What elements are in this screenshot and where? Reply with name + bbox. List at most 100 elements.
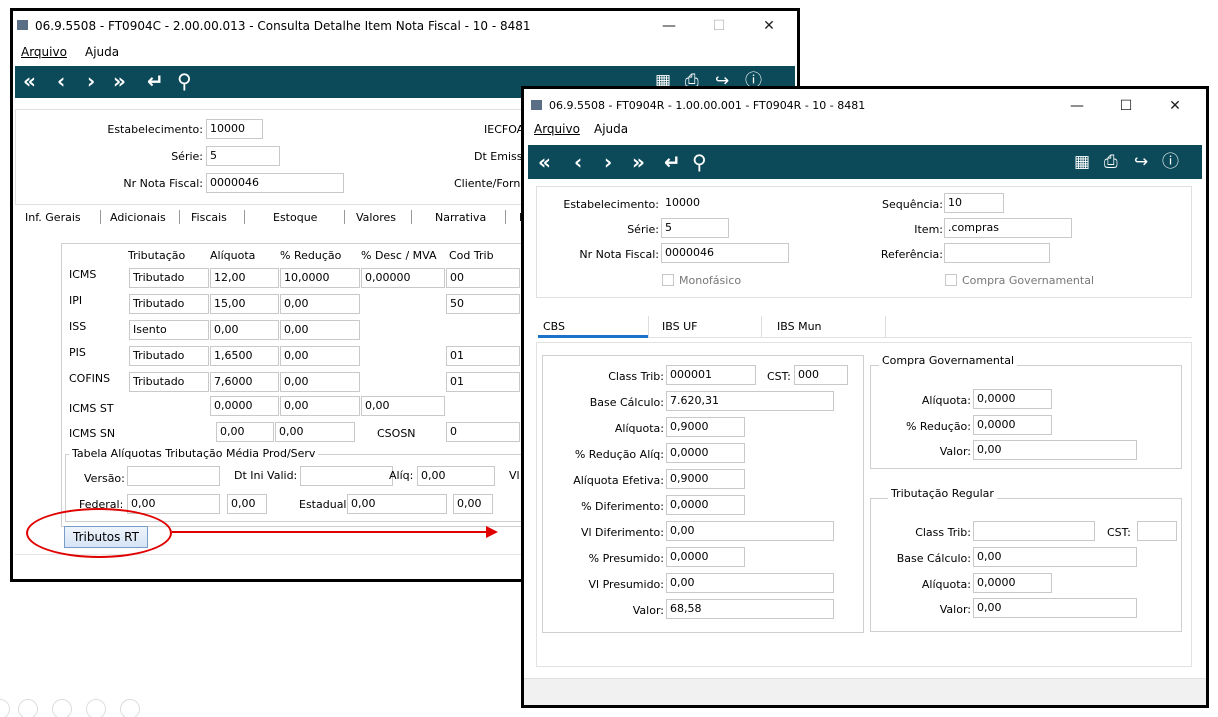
menu-arquivo[interactable]: Arquivo xyxy=(21,45,67,59)
federal-field-2[interactable]: 0,00 xyxy=(227,494,267,514)
diferimento-field[interactable]: 0,0000 xyxy=(666,495,745,515)
tab-ibs-mun[interactable]: IBS Mun xyxy=(777,320,822,333)
goto-icon[interactable]: ↵ xyxy=(664,145,681,179)
viewer-zoom-icon[interactable] xyxy=(86,699,106,717)
tr-aliquota-field[interactable]: 0,0000 xyxy=(973,573,1052,593)
minimize-icon[interactable]: — xyxy=(649,15,689,37)
tab-ibs-uf[interactable]: IBS UF xyxy=(662,320,697,333)
csosn-field[interactable]: 0 xyxy=(446,422,520,442)
cg-aliquota-field[interactable]: 0,0000 xyxy=(973,389,1052,409)
referencia-field[interactable] xyxy=(944,243,1050,263)
maximize-icon[interactable]: ☐ xyxy=(1106,95,1146,117)
icms-sn-reducao[interactable]: 0,00 xyxy=(275,422,355,442)
icms-cod-trib[interactable]: 00 xyxy=(446,268,520,288)
class-trib-field[interactable]: 000001 xyxy=(666,365,756,385)
serie-field[interactable]: 5 xyxy=(206,146,280,166)
tab-adicionais[interactable]: Adicionais xyxy=(110,211,166,224)
iss-tributacao[interactable]: Isento xyxy=(129,320,209,340)
icms-sn-aliquota[interactable]: 0,00 xyxy=(216,422,274,442)
tab-inf-gerais[interactable]: Inf. Gerais xyxy=(25,211,81,224)
viewer-prev-icon[interactable] xyxy=(0,699,10,717)
monofasico-checkbox[interactable] xyxy=(662,274,674,286)
next-record-icon[interactable]: › xyxy=(87,66,95,96)
nr-nota-field[interactable]: 0000046 xyxy=(206,173,344,193)
cg-valor-field[interactable]: 0,00 xyxy=(973,440,1137,460)
minimize-icon[interactable]: — xyxy=(1057,95,1097,117)
aliquota-field[interactable]: 0,9000 xyxy=(666,417,745,437)
last-record-icon[interactable]: » xyxy=(632,145,645,179)
estadual-field-2[interactable]: 0,00 xyxy=(453,494,493,514)
close-icon[interactable]: ✕ xyxy=(1155,95,1195,117)
previous-record-icon[interactable]: ‹ xyxy=(574,145,582,179)
cg-reducao-field[interactable]: 0,0000 xyxy=(973,415,1052,435)
federal-field[interactable]: 0,00 xyxy=(127,494,220,514)
nr-nota-field[interactable]: 0000046 xyxy=(661,243,789,263)
dt-ini-field[interactable] xyxy=(300,466,393,486)
help-icon[interactable]: ⓘ xyxy=(1162,145,1179,179)
ipi-tributacao[interactable]: Tributado xyxy=(129,294,209,314)
menu-ajuda[interactable]: Ajuda xyxy=(594,122,628,136)
estabelecimento-field[interactable]: 10000 xyxy=(206,119,263,139)
pis-aliquota[interactable]: 1,6500 xyxy=(210,346,279,366)
tree-icon[interactable]: ▦ xyxy=(1074,145,1090,179)
viewer-pen-icon[interactable] xyxy=(18,699,38,717)
icms-aliquota[interactable]: 12,00 xyxy=(210,268,279,288)
tr-valor-field[interactable]: 0,00 xyxy=(973,598,1137,618)
pis-tributacao[interactable]: Tributado xyxy=(129,346,209,366)
item-field[interactable]: .compras xyxy=(944,218,1072,238)
iss-aliquota[interactable]: 0,00 xyxy=(210,320,279,340)
previous-record-icon[interactable]: ‹ xyxy=(57,66,65,96)
goto-icon[interactable]: ↵ xyxy=(147,66,164,96)
tab-cbs[interactable]: CBS xyxy=(543,320,565,333)
first-record-icon[interactable]: « xyxy=(23,66,36,96)
tr-cst-field[interactable] xyxy=(1137,521,1177,541)
tr-class-trib-field[interactable] xyxy=(973,521,1095,541)
vl-presumido-field[interactable]: 0,00 xyxy=(666,573,834,593)
aliq-field[interactable]: 0,00 xyxy=(417,466,495,486)
tab-narrativa[interactable]: Narrativa xyxy=(435,211,486,224)
cofins-cod-trib[interactable]: 01 xyxy=(446,372,520,392)
reducao-aliq-field[interactable]: 0,0000 xyxy=(666,443,745,463)
close-icon[interactable]: ✕ xyxy=(749,15,789,37)
tab-fiscais[interactable]: Fiscais xyxy=(191,211,227,224)
iss-reducao[interactable]: 0,00 xyxy=(280,320,360,340)
next-record-icon[interactable]: › xyxy=(604,145,612,179)
presumido-field[interactable]: 0,0000 xyxy=(666,547,745,567)
sequencia-field[interactable]: 10 xyxy=(944,193,1004,213)
icms-tributacao[interactable]: Tributado xyxy=(129,268,209,288)
ipi-reducao[interactable]: 0,00 xyxy=(280,294,360,314)
cofins-reducao[interactable]: 0,00 xyxy=(280,372,360,392)
search-icon[interactable]: ⚲ xyxy=(177,66,192,96)
menu-ajuda[interactable]: Ajuda xyxy=(85,45,119,59)
last-record-icon[interactable]: » xyxy=(113,66,126,96)
valor-field[interactable]: 68,58 xyxy=(666,599,834,619)
exit-icon[interactable]: ↪ xyxy=(1134,145,1148,179)
cst-field[interactable]: 000 xyxy=(794,365,848,385)
icms-reducao[interactable]: 10,0000 xyxy=(280,268,360,288)
serie-field[interactable]: 5 xyxy=(661,218,729,238)
ipi-aliquota[interactable]: 15,00 xyxy=(210,294,279,314)
first-record-icon[interactable]: « xyxy=(538,145,551,179)
tab-valores[interactable]: Valores xyxy=(356,211,396,224)
estabelecimento-field[interactable]: 10000 xyxy=(661,193,721,213)
icms-st-reducao[interactable]: 0,00 xyxy=(280,396,360,416)
print-icon[interactable]: ⎙ xyxy=(1104,145,1118,179)
ipi-cod-trib[interactable]: 50 xyxy=(446,294,520,314)
icms-st-desc-mva[interactable]: 0,00 xyxy=(361,396,445,416)
estadual-field[interactable]: 0,00 xyxy=(347,494,447,514)
vl-diferimento-field[interactable]: 0,00 xyxy=(666,521,834,541)
tr-base-calculo-field[interactable]: 0,00 xyxy=(973,547,1137,567)
pis-reducao[interactable]: 0,00 xyxy=(280,346,360,366)
icms-st-aliquota[interactable]: 0,0000 xyxy=(210,396,279,416)
search-icon[interactable]: ⚲ xyxy=(692,145,707,179)
viewer-copy-icon[interactable] xyxy=(52,699,72,717)
maximize-icon[interactable]: ☐ xyxy=(699,15,739,37)
viewer-more-icon[interactable] xyxy=(120,699,140,717)
base-calculo-field[interactable]: 7.620,31 xyxy=(666,391,834,411)
cofins-aliquota[interactable]: 7,6000 xyxy=(210,372,279,392)
pis-cod-trib[interactable]: 01 xyxy=(446,346,520,366)
cofins-tributacao[interactable]: Tributado xyxy=(129,372,209,392)
versao-field[interactable] xyxy=(127,466,220,486)
tab-estoque[interactable]: Estoque xyxy=(273,211,317,224)
aliquota-efetiva-field[interactable]: 0,9000 xyxy=(666,469,745,489)
